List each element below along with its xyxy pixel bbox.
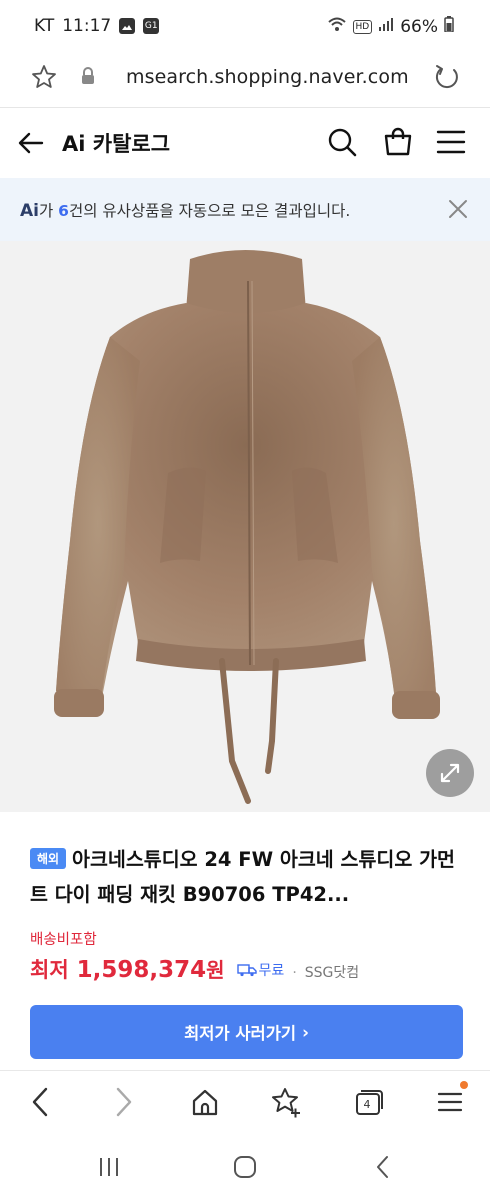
hd-icon: HD bbox=[352, 19, 373, 34]
bookmark-star-icon[interactable] bbox=[30, 63, 58, 95]
expand-arrows-icon bbox=[440, 763, 460, 783]
home-icon[interactable] bbox=[190, 1085, 220, 1123]
status-bar: KT 11:17 G1 HD 66% bbox=[0, 0, 490, 52]
mall-name: SSG닷컴 bbox=[304, 965, 360, 981]
signal-icon bbox=[378, 16, 394, 37]
app-header: Ai 카탈로그 bbox=[0, 108, 490, 178]
price-group: 1,598,374원 bbox=[77, 954, 225, 983]
price-row: 최저 1,598,374원 무료 · SSG닷컴 bbox=[30, 954, 359, 984]
ai-logo: Ai bbox=[20, 201, 39, 221]
url-text[interactable]: msearch.shopping.naver.com bbox=[126, 66, 409, 88]
ai-banner-text: Ai가 6건의 유사상품을 자동으로 모은 결과입니다. bbox=[20, 199, 350, 221]
close-icon[interactable] bbox=[446, 197, 470, 225]
url-bar: msearch.shopping.naver.com bbox=[0, 52, 490, 108]
price-value: 1,598,374 bbox=[76, 957, 207, 983]
similar-count: 6 bbox=[58, 202, 69, 220]
separator: · bbox=[292, 965, 297, 981]
battery-percent: 66% bbox=[400, 16, 438, 37]
product-info: 해외 아크네스튜디오 24 FW 아크네 스튜디오 가먼트 다이 패딩 재킷 B… bbox=[0, 812, 490, 1070]
system-home-icon[interactable] bbox=[232, 1154, 258, 1184]
free-shipping: 무료 bbox=[236, 960, 285, 980]
page-title: Ai 카탈로그 bbox=[62, 132, 171, 156]
chevron-right-icon: › bbox=[302, 1022, 309, 1042]
hamburger-menu-icon[interactable] bbox=[436, 128, 466, 160]
shopping-bag-icon[interactable] bbox=[382, 125, 414, 161]
notification-dot bbox=[460, 1081, 468, 1089]
tabs-button[interactable]: 4 bbox=[354, 1085, 384, 1119]
tab-count: 4 bbox=[363, 1097, 371, 1111]
buy-button-label: 최저가 사러가기 bbox=[184, 1024, 297, 1043]
buy-lowest-price-button[interactable]: 최저가 사러가기 › bbox=[30, 1005, 463, 1059]
product-image[interactable] bbox=[0, 241, 490, 812]
jacket-illustration bbox=[54, 250, 440, 804]
system-nav-bar bbox=[0, 1138, 490, 1200]
browser-back-icon[interactable] bbox=[28, 1085, 54, 1123]
g1-icon: G1 bbox=[143, 18, 160, 34]
free-shipping-label: 무료 bbox=[258, 963, 285, 979]
status-left: KT 11:17 G1 bbox=[34, 16, 160, 36]
wifi-icon bbox=[327, 16, 347, 37]
system-back-icon[interactable] bbox=[370, 1154, 396, 1184]
status-right: HD 66% bbox=[327, 16, 455, 37]
truck-icon bbox=[236, 964, 257, 977]
lowest-price-label: 최저 bbox=[30, 958, 69, 982]
browser-forward-icon[interactable] bbox=[110, 1085, 136, 1123]
browser-bottom-nav: 4 bbox=[0, 1070, 490, 1138]
carrier-label: KT bbox=[34, 16, 55, 36]
browser-menu-icon[interactable] bbox=[436, 1085, 464, 1123]
shipping-included-label: 배송비포함 bbox=[30, 932, 97, 948]
banner-text-before: 가 bbox=[38, 202, 59, 220]
gallery-icon bbox=[119, 18, 136, 34]
recent-apps-icon[interactable] bbox=[96, 1154, 122, 1184]
lock-icon bbox=[80, 66, 96, 90]
search-icon[interactable] bbox=[326, 126, 358, 162]
ai-info-banner: Ai가 6건의 유사상품을 자동으로 모은 결과입니다. bbox=[0, 178, 490, 241]
expand-image-button[interactable] bbox=[426, 749, 474, 797]
battery-icon bbox=[444, 16, 454, 37]
back-arrow-icon[interactable] bbox=[16, 128, 46, 162]
clock: 11:17 bbox=[62, 16, 112, 36]
product-title[interactable]: 아크네스튜디오 24 FW 아크네 스튜디오 가먼트 다이 패딩 재킷 B907… bbox=[30, 842, 470, 912]
banner-text-after: 건의 유사상품을 자동으로 모은 결과입니다. bbox=[68, 202, 351, 220]
bookmarks-star-icon[interactable] bbox=[270, 1085, 302, 1123]
price-unit: 원 bbox=[206, 958, 225, 982]
refresh-icon[interactable] bbox=[432, 62, 462, 96]
